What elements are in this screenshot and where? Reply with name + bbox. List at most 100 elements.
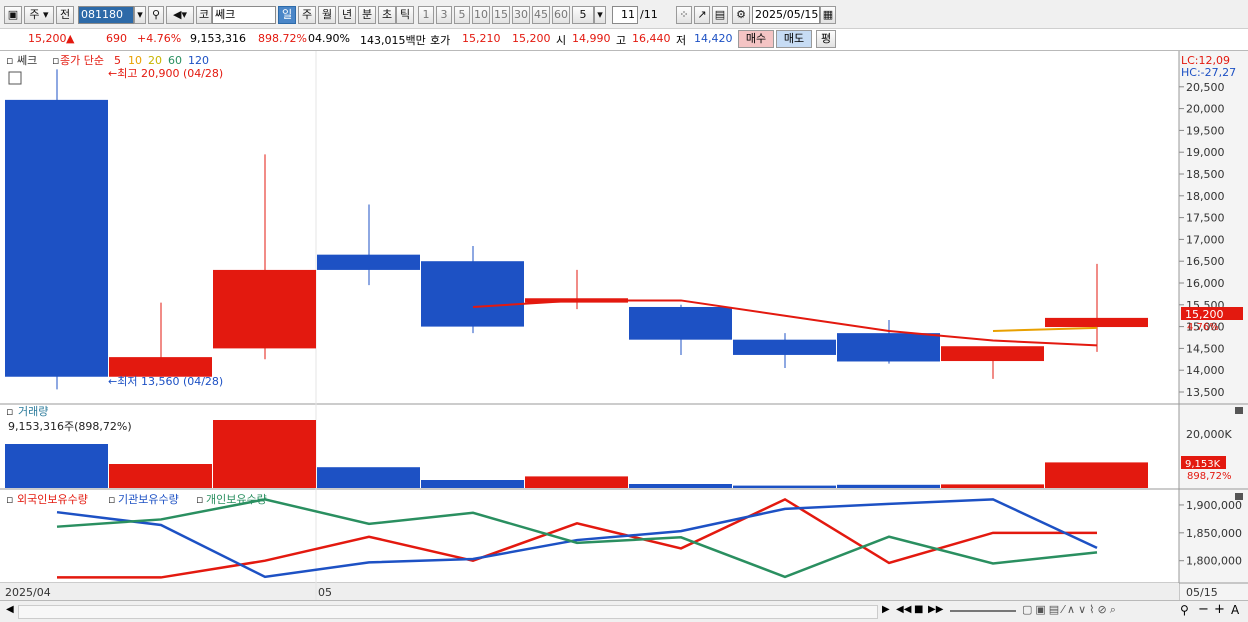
bid-price: 15,200: [512, 32, 551, 45]
volume-maximize-icon[interactable]: [1235, 407, 1243, 414]
period-2-button[interactable]: 주: [298, 6, 316, 24]
zoom-slider[interactable]: [950, 610, 1016, 612]
interval-1-button[interactable]: 1: [418, 6, 434, 24]
interval-30-button[interactable]: 30: [512, 6, 530, 24]
fast-forward-icon[interactable]: ▶▶: [928, 604, 943, 615]
page-input[interactable]: 11: [612, 6, 638, 24]
open-label: 시: [556, 34, 567, 47]
table-toggle-icon[interactable]: [8, 71, 22, 85]
volume-bar: [837, 484, 940, 488]
holdings-tick-label: 1,850,000: [1186, 527, 1242, 540]
ma-period-5: 5: [114, 54, 121, 67]
volume-flag-text: 9,153K: [1185, 459, 1221, 470]
stock-code-input[interactable]: 081180: [78, 6, 134, 24]
volume-bar: [213, 420, 316, 488]
interval-5-button[interactable]: 5: [454, 6, 470, 24]
holdings-box: ▫: [6, 493, 13, 506]
ma-period-120: 120: [188, 54, 209, 67]
interval-10-button[interactable]: 10: [472, 6, 490, 24]
ma-box: ▫: [52, 54, 59, 67]
chart-svg[interactable]: 13,50014,00014,50015,00015,50016,00016,5…: [0, 51, 1248, 602]
stop-icon[interactable]: ■: [914, 604, 923, 615]
price-tick-label: 17,000: [1186, 233, 1225, 246]
stock-name-field[interactable]: 쎄크: [212, 6, 276, 24]
price-tick-label: 19,000: [1186, 146, 1225, 159]
ask-price: 15,210: [462, 32, 501, 45]
font-size-icon[interactable]: A: [1231, 603, 1239, 617]
period-3-button[interactable]: 월: [318, 6, 336, 24]
candle-body: [1045, 317, 1148, 328]
interval-45-button[interactable]: 45: [532, 6, 550, 24]
change-percent: +4.76%: [137, 32, 182, 45]
period-1-button[interactable]: 일: [278, 6, 296, 24]
zoom-in-icon[interactable]: ⁘: [676, 6, 692, 24]
interval-dropdown-icon[interactable]: ▾: [594, 6, 606, 24]
candle-body: [837, 333, 940, 362]
volume-bar: [5, 444, 108, 488]
hoga-label: 호가: [430, 34, 451, 47]
max-price-label: ←최고 20,900 (04/28): [108, 67, 223, 80]
period-4-button[interactable]: 년: [338, 6, 356, 24]
page-total: /11: [640, 8, 658, 21]
price-tick-label: 20,500: [1186, 81, 1225, 94]
price-tick-label: 19,500: [1186, 124, 1225, 137]
volume-box: ▫: [6, 405, 13, 418]
horizontal-scrollbar[interactable]: [18, 605, 878, 619]
plot-background: [0, 51, 1179, 602]
institution-holdings-title: 기관보유수량: [118, 493, 179, 506]
save-icon[interactable]: ▤: [712, 6, 728, 24]
price-arrow: ▲: [66, 32, 75, 45]
zoom-in-plus-icon[interactable]: +: [1214, 602, 1225, 617]
holdings-tick-label: 1,800,000: [1186, 555, 1242, 568]
ma-period-60: 60: [168, 54, 182, 67]
period-7-button[interactable]: 틱: [396, 6, 414, 24]
zoom-out-icon[interactable]: −: [1198, 602, 1209, 617]
window-menu-icon[interactable]: ▣: [4, 6, 22, 24]
min-price-label: ←최저 13,560 (04/28): [108, 375, 223, 388]
chart-area[interactable]: 13,500 14,000 14,500 15,000 15,500 16,000 16,5…: [0, 50, 1248, 602]
eval-button[interactable]: 평: [816, 30, 836, 48]
period-6-button[interactable]: 초: [378, 6, 396, 24]
holdings-maximize-icon[interactable]: [1235, 493, 1243, 500]
calendar-icon[interactable]: ▦: [820, 6, 836, 24]
interval-3-button[interactable]: 3: [436, 6, 452, 24]
rewind-icon[interactable]: ◀◀: [896, 604, 911, 615]
interval-15-button[interactable]: 15: [492, 6, 510, 24]
toolbar: ▣ 주 ▾ 전 081180 ▾ ⚲ ◀▾ 코 쎄크 일주월년분초틱 1 3 5 10…: [0, 4, 1248, 26]
interval-60-button[interactable]: 60: [552, 6, 570, 24]
candle-body: [629, 306, 732, 340]
candle-body: [5, 99, 108, 377]
speaker-icon[interactable]: ◀▾: [166, 6, 194, 24]
volume-value: 9,153,316: [190, 32, 246, 45]
open-price: 14,990: [572, 32, 611, 45]
market-button[interactable]: 코: [196, 6, 212, 24]
candle-body: [213, 269, 316, 349]
prev-button[interactable]: 전: [56, 6, 74, 24]
hc-label: HC:-27,27: [1181, 66, 1236, 79]
crosshair-icon[interactable]: ↗: [694, 6, 710, 24]
price-tick-label: 20,000: [1186, 103, 1225, 116]
individual-holdings-title: 개인보유수량: [206, 493, 267, 506]
period-5-button[interactable]: 분: [358, 6, 376, 24]
buy-button[interactable]: 매수: [738, 30, 774, 48]
interval-custom-field[interactable]: 5: [572, 6, 594, 24]
drawing-tools-icons[interactable]: ▢▣▤⁄∧∨⌇⊘⌕: [1022, 603, 1119, 617]
scroll-left-icon[interactable]: ◀: [6, 604, 14, 615]
volume-bar: [421, 480, 524, 488]
sell-button[interactable]: 매도: [776, 30, 812, 48]
candle-body: [941, 346, 1044, 362]
search-icon[interactable]: ⚲: [148, 6, 164, 24]
scroll-right-icon[interactable]: ▶: [882, 604, 890, 615]
x-axis-band: [0, 583, 1179, 601]
magnifier-icon[interactable]: ⚲: [1180, 603, 1189, 617]
period-dropdown[interactable]: 주 ▾: [24, 6, 54, 24]
price-pct-label: 4.76%: [1187, 322, 1219, 333]
date-input[interactable]: 2025/05/15: [752, 6, 820, 24]
x-label-start: 2025/04: [5, 586, 51, 599]
trade-amount: 143,015백만: [360, 34, 426, 47]
price-flag-text: 15,200: [1185, 308, 1224, 321]
chart-title-box: ▫: [6, 54, 13, 67]
settings-icon[interactable]: ⚙: [732, 6, 750, 24]
code-dropdown-icon[interactable]: ▾: [134, 6, 146, 24]
candle-body: [109, 357, 212, 377]
